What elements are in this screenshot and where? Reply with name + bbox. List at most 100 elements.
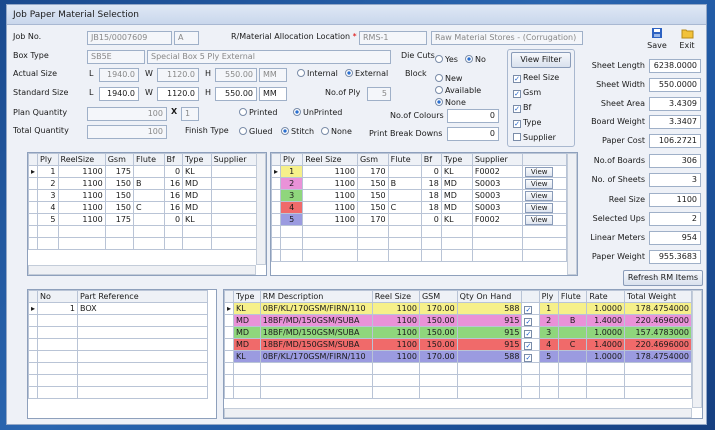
table-cell[interactable]: 1.4000: [586, 338, 626, 351]
summary-value[interactable]: 3: [649, 173, 701, 187]
view-button[interactable]: View: [525, 214, 554, 225]
block-available-radio[interactable]: Available: [435, 86, 481, 95]
standard-unit-field[interactable]: MM: [259, 87, 287, 101]
table-cell[interactable]: 150: [104, 189, 135, 202]
table-cell[interactable]: MD: [440, 201, 473, 214]
actual-unit-field[interactable]: MM: [259, 68, 287, 82]
column-header[interactable]: Flute: [133, 153, 165, 166]
summary-value[interactable]: 6238.0000: [649, 59, 701, 73]
table-cell[interactable]: 4: [37, 201, 59, 214]
row-selector[interactable]: [224, 326, 235, 339]
table-cell[interactable]: [133, 165, 165, 178]
table-cell[interactable]: 5: [280, 213, 304, 226]
table-cell[interactable]: 18BF/MD/150GSM/SUBA: [259, 326, 373, 339]
column-header[interactable]: Gsm: [104, 153, 135, 166]
table-cell[interactable]: 16: [163, 189, 184, 202]
standard-h-field[interactable]: 550.00: [215, 87, 257, 101]
table-cell[interactable]: [387, 213, 422, 226]
save-button[interactable]: Save: [645, 27, 669, 50]
row-selector[interactable]: [28, 189, 39, 202]
table-cell[interactable]: 4: [280, 201, 304, 214]
table-cell[interactable]: 175: [104, 213, 135, 226]
table-cell[interactable]: 170.00: [418, 350, 458, 363]
table-cell[interactable]: 1100: [302, 177, 358, 190]
table-cell[interactable]: 0: [420, 213, 442, 226]
table-cell[interactable]: MD: [440, 189, 473, 202]
table-cell[interactable]: MD: [233, 326, 261, 339]
table-cell[interactable]: 0: [163, 213, 184, 226]
summary-value[interactable]: 3.4309: [649, 97, 701, 111]
table-cell[interactable]: 1100: [371, 350, 420, 363]
table-cell[interactable]: 915: [456, 314, 523, 327]
stitch-radio[interactable]: Stitch: [281, 127, 314, 136]
table-cell[interactable]: KL: [440, 213, 473, 226]
table-cell[interactable]: KL: [440, 165, 473, 178]
table-cell[interactable]: 915: [456, 326, 523, 339]
row-selector[interactable]: [28, 177, 39, 190]
table-row[interactable]: MD 18BF/MD/150GSM/SUBA 1100 150.00 915 ✓ 2 B 1.4…: [224, 314, 692, 327]
table-row[interactable]: 2 1100 150 B 18 MD S0003 View: [271, 177, 567, 190]
table-cell[interactable]: B: [133, 177, 165, 190]
table-cell[interactable]: 18: [420, 177, 442, 190]
table-cell[interactable]: MD: [182, 189, 212, 202]
checkmark-icon[interactable]: ✓: [524, 341, 533, 350]
table-row[interactable]: 4 1100 150 C 16 MD: [28, 201, 259, 214]
table-cell[interactable]: [133, 189, 165, 202]
table-cell[interactable]: [557, 302, 588, 315]
row-selector[interactable]: [271, 189, 282, 202]
table-cell[interactable]: 0: [420, 165, 442, 178]
filter-supplier-check[interactable]: Supplier: [513, 133, 556, 142]
table-cell[interactable]: 16: [163, 201, 184, 214]
glued-radio[interactable]: Glued: [239, 127, 273, 136]
table-cell[interactable]: 1100: [371, 326, 420, 339]
table-row[interactable]: ▸ 1 BOX: [28, 302, 208, 315]
table-cell[interactable]: B: [387, 177, 422, 190]
table-cell[interactable]: 3: [37, 189, 59, 202]
table-cell[interactable]: 1100: [302, 201, 358, 214]
table-cell[interactable]: KL: [233, 302, 261, 315]
actual-w-field[interactable]: 1120.0: [157, 68, 199, 82]
table-cell[interactable]: KL: [233, 350, 261, 363]
table-cell[interactable]: 1100: [302, 189, 358, 202]
table-cell[interactable]: C: [133, 201, 165, 214]
table-cell[interactable]: 1: [37, 302, 78, 315]
column-header[interactable]: GSM: [418, 290, 458, 303]
table-cell[interactable]: 150.00: [418, 314, 458, 327]
job-suffix-field[interactable]: A: [174, 31, 199, 45]
table-row[interactable]: MD 18BF/MD/150GSM/SUBA 1100 150.00 915 ✓ 3 1.00…: [224, 326, 692, 339]
summary-value[interactable]: 550.0000: [649, 78, 701, 92]
table-row[interactable]: KL 0BF/KL/170GSM/FIRN/110 1100 170.00 588 ✓ 5 1…: [224, 350, 692, 363]
column-header[interactable]: Type: [182, 153, 212, 166]
table-cell[interactable]: 150: [104, 177, 135, 190]
table-cell[interactable]: 1100: [302, 165, 358, 178]
column-header[interactable]: Flute: [557, 290, 588, 303]
table-cell[interactable]: 175: [104, 165, 135, 178]
alloc-code-field[interactable]: RMS-1: [359, 31, 427, 45]
block-new-radio[interactable]: New: [435, 74, 462, 83]
row-selector[interactable]: [271, 177, 282, 190]
row-selector[interactable]: [271, 201, 282, 214]
table-row[interactable]: 4 1100 150 C 18 MD S0003 View: [271, 201, 567, 214]
column-header[interactable]: Ply: [280, 153, 304, 166]
unprinted-radio[interactable]: UnPrinted: [293, 108, 342, 117]
table-cell[interactable]: MD: [440, 177, 473, 190]
table-cell[interactable]: [387, 189, 422, 202]
checkmark-icon[interactable]: ✓: [524, 353, 533, 362]
plan-qty-field[interactable]: 100: [87, 107, 167, 121]
table-cell[interactable]: 170: [356, 165, 389, 178]
filter-gsm-check[interactable]: ✓ Gsm: [513, 88, 541, 98]
table-cell[interactable]: 150: [356, 201, 389, 214]
filter-bf-check[interactable]: ✓ Bf: [513, 103, 531, 113]
column-header[interactable]: Flute: [387, 153, 422, 166]
column-header[interactable]: Type: [233, 290, 261, 303]
table-cell[interactable]: MD: [182, 201, 212, 214]
table-cell[interactable]: 1.0000: [586, 350, 626, 363]
multiplier-field[interactable]: 1: [181, 107, 199, 121]
column-header[interactable]: Supplier: [210, 153, 259, 166]
filter-type-check[interactable]: ✓ Type: [513, 118, 541, 128]
table-cell[interactable]: C: [557, 338, 588, 351]
table-cell[interactable]: MD: [182, 177, 212, 190]
table-cell[interactable]: [133, 213, 165, 226]
row-selector[interactable]: ▸: [271, 165, 282, 178]
box-desc-field[interactable]: Special Box 5 Ply External: [147, 50, 391, 64]
